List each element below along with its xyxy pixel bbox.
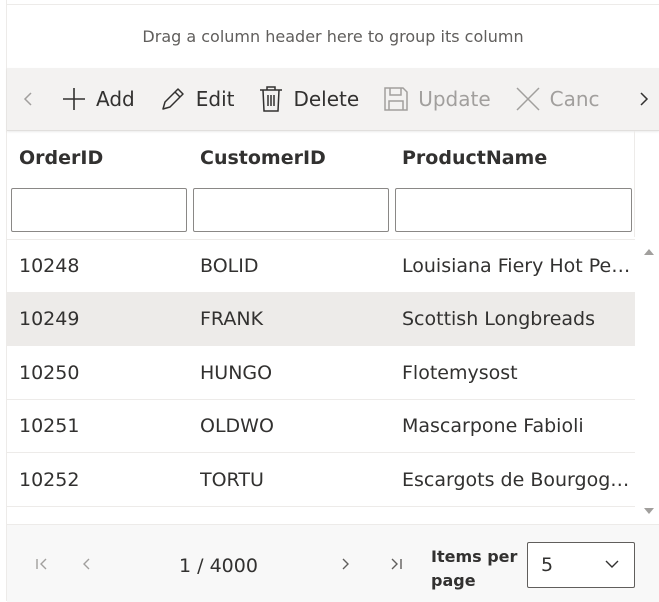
trash-icon	[260, 86, 283, 112]
last-page-icon	[391, 558, 402, 570]
table-cell-product: Scottish Longbreads	[402, 308, 596, 331]
filter-input-customerid[interactable]	[193, 188, 389, 232]
vertical-scrollbar[interactable]	[637, 239, 659, 524]
chevron-left-icon	[83, 558, 90, 570]
first-page-button[interactable]	[27, 549, 57, 579]
previous-page-button[interactable]	[71, 549, 101, 579]
table-cell-order-id: 10248	[19, 255, 80, 277]
chevron-right-icon	[342, 558, 349, 570]
page-size-select[interactable]: 5	[527, 542, 635, 588]
table-cell-customer-id: TORTU	[200, 468, 264, 491]
first-page-icon	[36, 558, 47, 570]
table-cell-order-id: 10252	[19, 468, 80, 491]
page-size-value: 5	[541, 554, 554, 576]
cancel-button[interactable]: Canc	[503, 68, 612, 130]
filter-row	[7, 185, 635, 237]
table-cell-customer-id: OLDWO	[200, 415, 274, 438]
update-button-label: Update	[418, 87, 491, 111]
next-page-button[interactable]	[331, 549, 361, 579]
chevron-right-icon	[640, 92, 649, 106]
group-drop-hint: Drag a column header here to group its c…	[142, 26, 524, 46]
table-cell-product: Louisiana Fiery Hot Pe…	[402, 255, 630, 277]
filter-input-productname[interactable]	[395, 188, 632, 232]
items-per-page-label: Items per page	[431, 547, 518, 590]
cancel-button-label: Canc	[549, 87, 600, 111]
table-row[interactable]: 10249 FRANK Scottish Longbreads	[7, 293, 635, 347]
toolbar: Add Edit Delete Update Canc	[7, 68, 659, 131]
table-row[interactable]: 10250 HUNGO Flotemysost	[7, 347, 635, 400]
scroll-down-arrow-icon[interactable]	[644, 508, 654, 514]
column-header-orderid[interactable]: OrderID	[19, 131, 103, 185]
table-cell-order-id: 10250	[19, 361, 80, 384]
table-cell-customer-id: BOLID	[200, 255, 259, 277]
pager: 1 / 4000 Items per page 5	[7, 524, 659, 602]
add-button-label: Add	[96, 87, 135, 111]
plus-icon	[63, 88, 85, 110]
save-icon	[384, 87, 408, 111]
table-row[interactable]: 10252 TORTU Escargots de Bourgog…	[7, 454, 635, 507]
column-header-customerid[interactable]: CustomerID	[200, 131, 326, 185]
table-row[interactable]: 10251 OLDWO Mascarpone Fabioli	[7, 400, 635, 454]
delete-button[interactable]: Delete	[246, 68, 371, 130]
table-row[interactable]: 10248 BOLID Louisiana Fiery Hot Pe…	[7, 240, 635, 293]
toolbar-scroll-right-button[interactable]	[629, 68, 659, 130]
page-info: 1 / 4000	[179, 555, 258, 577]
scroll-up-arrow-icon[interactable]	[644, 249, 654, 255]
delete-button-label: Delete	[293, 87, 360, 111]
chevron-left-icon	[23, 92, 32, 106]
column-header-productname[interactable]: ProductName	[402, 131, 547, 185]
table-cell-order-id: 10251	[19, 415, 80, 438]
table-cell-order-id: 10249	[19, 308, 80, 331]
table-cell-product: Flotemysost	[402, 361, 518, 384]
update-button[interactable]: Update	[371, 68, 502, 130]
close-icon	[516, 87, 540, 111]
last-page-button[interactable]	[381, 549, 411, 579]
data-grid: Drag a column header here to group its c…	[6, 0, 659, 602]
table-cell-customer-id: FRANK	[200, 308, 264, 331]
chevron-down-icon	[605, 560, 619, 568]
edit-button-label: Edit	[195, 87, 235, 111]
edit-button[interactable]: Edit	[147, 68, 247, 130]
table-cell-product: Mascarpone Fabioli	[402, 415, 584, 438]
add-button[interactable]: Add	[49, 68, 147, 130]
pencil-icon	[161, 88, 184, 110]
group-drop-area[interactable]: Drag a column header here to group its c…	[7, 4, 659, 67]
column-header-row: OrderID CustomerID ProductName	[7, 131, 635, 185]
toolbar-scroll-left-button[interactable]	[7, 68, 49, 130]
table-cell-product: Escargots de Bourgog…	[402, 468, 630, 491]
grid-body: 10248 BOLID Louisiana Fiery Hot Pe… 10249 FR…	[7, 239, 635, 525]
filter-input-orderid[interactable]	[11, 188, 187, 232]
table-cell-customer-id: HUNGO	[200, 361, 273, 384]
